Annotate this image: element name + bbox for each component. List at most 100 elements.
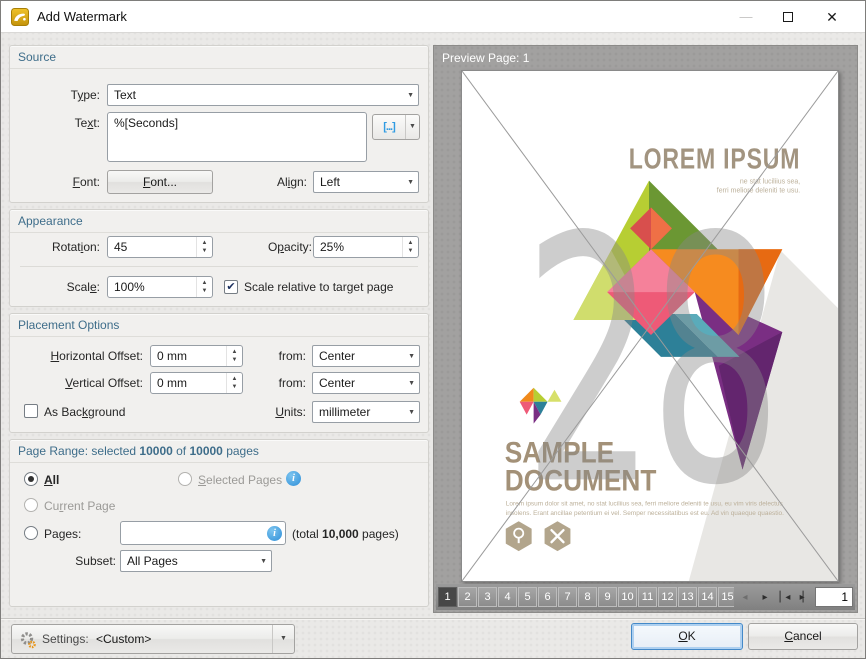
pages-field[interactable]: i xyxy=(120,521,286,545)
page-thumbnail-1[interactable]: 1 xyxy=(438,587,457,607)
page-thumbnail-7[interactable]: 7 xyxy=(558,587,577,607)
maximize-icon[interactable] xyxy=(773,2,803,32)
scale-label: Scale: xyxy=(66,280,100,294)
settings-button[interactable]: Settings: <Custom> ▼ xyxy=(11,624,295,654)
spin-down-icon[interactable]: ▼ xyxy=(227,356,242,364)
chevron-down-icon: ▼ xyxy=(260,557,267,565)
spin-down-icon[interactable]: ▼ xyxy=(197,247,212,255)
page-range-title: Page Range: selected 10000 of 10000 page… xyxy=(10,440,428,463)
app-icon xyxy=(11,8,29,26)
vertical-offset-spinner[interactable]: 0 mm ▲ ▼ xyxy=(150,372,243,394)
watermark-text-input[interactable]: %[Seconds] xyxy=(107,112,367,162)
horizontal-offset-value: 0 mm xyxy=(157,349,187,363)
preview-page-number-input[interactable] xyxy=(815,587,853,607)
close-icon[interactable]: ✕ xyxy=(817,2,847,32)
spin-down-icon[interactable]: ▼ xyxy=(197,287,212,295)
all-radio[interactable] xyxy=(24,472,38,486)
opacity-spinner[interactable]: 25% ▲ ▼ xyxy=(313,236,419,258)
page-thumbnail-5[interactable]: 5 xyxy=(518,587,537,607)
scale-spinner[interactable]: 100% ▲ ▼ xyxy=(107,276,213,298)
subset-label: Subset: xyxy=(75,554,116,568)
pages-input[interactable] xyxy=(123,523,263,543)
page-thumbnail-13[interactable]: 13 xyxy=(678,587,697,607)
spin-up-icon[interactable]: ▲ xyxy=(227,348,242,356)
horizontal-from-select[interactable]: Center ▼ xyxy=(312,345,420,367)
page-thumbnail-9[interactable]: 9 xyxy=(598,587,617,607)
info-icon[interactable]: i xyxy=(267,526,282,541)
scale-relative-label: Scale relative to target page xyxy=(244,280,394,294)
page-thumbnail-15[interactable]: 15 xyxy=(718,587,734,607)
total-pages-label: (total 10,000 pages) xyxy=(292,527,399,541)
type-select[interactable]: Text ▼ xyxy=(107,84,419,106)
font-label: Font: xyxy=(72,175,100,189)
horizontal-offset-spinner[interactable]: 0 mm ▲ ▼ xyxy=(150,345,243,367)
info-icon[interactable]: i xyxy=(286,471,301,486)
placement-group-title: Placement Options xyxy=(10,314,428,337)
placement-group: Placement Options Horizontal Offset: 0 m… xyxy=(9,313,429,433)
page-thumbnail-12[interactable]: 12 xyxy=(658,587,677,607)
rotation-value: 45 xyxy=(114,240,128,254)
page-thumbnail-2[interactable]: 2 xyxy=(458,587,477,607)
align-select[interactable]: Left ▼ xyxy=(313,171,419,193)
settings-value: <Custom> xyxy=(96,632,152,646)
page-thumbnail-11[interactable]: 11 xyxy=(638,587,657,607)
page-thumbnail-4[interactable]: 4 xyxy=(498,587,517,607)
subset-select[interactable]: All Pages ▼ xyxy=(120,550,272,572)
page-range-group: Page Range: selected 10000 of 10000 page… xyxy=(9,439,429,607)
page-thumbnail-14[interactable]: 14 xyxy=(698,587,717,607)
macro-button[interactable]: [...] ▼ xyxy=(372,114,420,140)
spin-up-icon[interactable]: ▲ xyxy=(197,239,212,247)
spin-up-icon[interactable]: ▲ xyxy=(227,375,242,383)
chevron-down-icon: ▼ xyxy=(408,408,415,416)
scale-relative-checkbox[interactable] xyxy=(224,280,238,294)
text-label: Text: xyxy=(74,116,100,130)
units-label: Units: xyxy=(275,405,306,419)
align-select-value: Left xyxy=(320,175,341,189)
align-label: Align: xyxy=(276,175,307,189)
page-thumbnail-10[interactable]: 10 xyxy=(618,587,637,607)
vertical-offset-label: Vertical Offset: xyxy=(65,376,143,390)
ok-button[interactable]: OK xyxy=(631,623,743,650)
first-page-button[interactable]: ▏◂ xyxy=(774,587,794,607)
cancel-button[interactable]: Cancel xyxy=(748,623,858,650)
chevron-down-icon[interactable]: ▼ xyxy=(272,625,294,653)
current-page-label: Current Page xyxy=(44,499,116,513)
vertical-from-value: Center xyxy=(319,376,356,390)
add-watermark-dialog: Add Watermark — ✕ Source Type: Text ▼ Te… xyxy=(0,0,866,659)
svg-text:28: 28 xyxy=(523,167,775,560)
preview-document: LOREM IPSUM ne stat luciliius sea, ferri… xyxy=(462,71,838,581)
font-button[interactable]: Font... xyxy=(107,170,213,194)
vertical-from-select[interactable]: Center ▼ xyxy=(312,372,420,394)
gear-icon xyxy=(20,632,36,649)
page-thumbnail-8[interactable]: 8 xyxy=(578,587,597,607)
thumbnail-pages: 1 2 3 4 5 6 7 8 9 10 11 12 13 14 15 xyxy=(438,587,734,607)
page-thumbnail-6[interactable]: 6 xyxy=(538,587,557,607)
minimize-icon[interactable]: — xyxy=(731,2,761,32)
units-select[interactable]: millimeter ▼ xyxy=(312,401,420,423)
chevron-down-icon: ▼ xyxy=(407,91,414,99)
next-page-button[interactable]: ▸ xyxy=(754,587,774,607)
selected-pages-radio xyxy=(178,472,192,486)
prev-page-button[interactable]: ◂ xyxy=(734,587,754,607)
units-value: millimeter xyxy=(319,405,371,419)
as-background-checkbox[interactable] xyxy=(24,404,38,418)
thumbnail-strip: 1 2 3 4 5 6 7 8 9 10 11 12 13 14 15 ◂ ▸ ▏◂ ▸▏ xyxy=(436,584,855,610)
spin-up-icon[interactable]: ▲ xyxy=(403,239,418,247)
preview-nav: ◂ ▸ ▏◂ ▸▏ xyxy=(734,587,814,607)
spin-down-icon[interactable]: ▼ xyxy=(227,383,242,391)
footer-divider xyxy=(1,618,865,620)
as-background-label: As Background xyxy=(44,405,126,419)
rotation-spinner[interactable]: 45 ▲ ▼ xyxy=(107,236,213,258)
watermark-text: 28 xyxy=(523,167,782,560)
subset-value: All Pages xyxy=(127,554,178,568)
horizontal-from-value: Center xyxy=(319,349,356,363)
spin-down-icon[interactable]: ▼ xyxy=(403,247,418,255)
appearance-group-title: Appearance xyxy=(10,210,428,233)
pages-radio[interactable] xyxy=(24,526,38,540)
page-thumbnail-3[interactable]: 3 xyxy=(478,587,497,607)
last-page-button[interactable]: ▸▏ xyxy=(794,587,814,607)
spin-up-icon[interactable]: ▲ xyxy=(197,279,212,287)
macro-brackets-icon: [...] xyxy=(383,121,396,133)
chevron-down-icon[interactable]: ▼ xyxy=(405,115,419,139)
opacity-value: 25% xyxy=(320,240,345,254)
